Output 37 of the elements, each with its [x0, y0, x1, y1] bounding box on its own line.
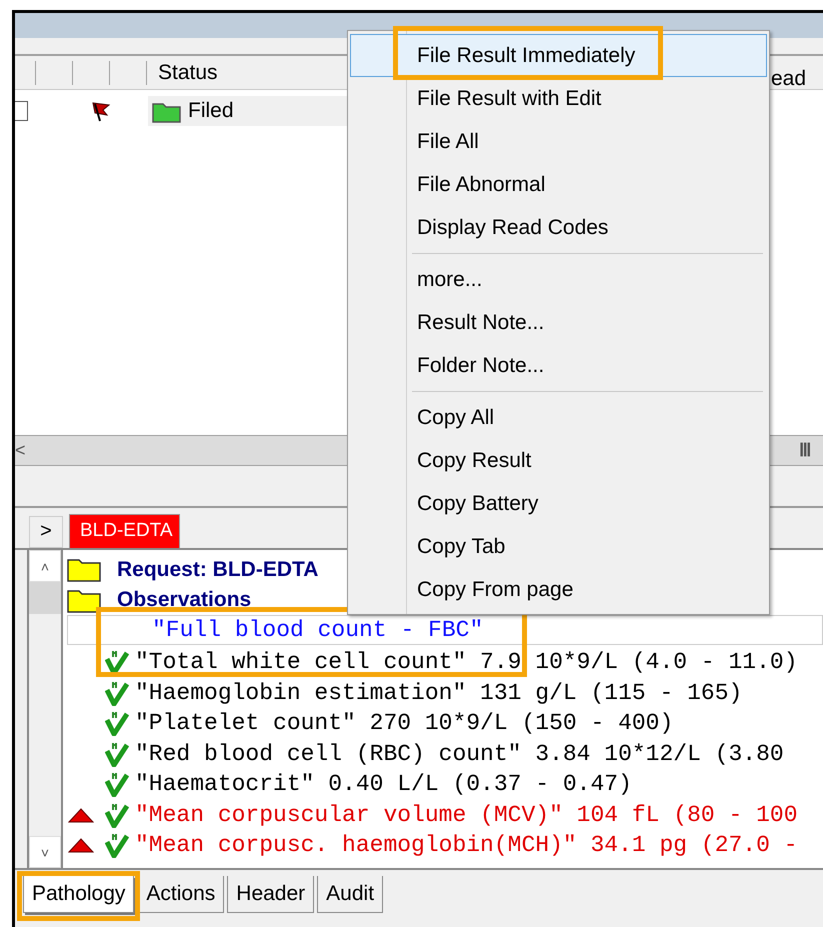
menu-item[interactable]: Copy From page: [350, 568, 767, 611]
scroll-grip-icon[interactable]: Ⅲ: [799, 437, 811, 464]
folder-label[interactable]: Request: BLD-EDTA: [117, 554, 318, 585]
scroll-thumb[interactable]: [29, 582, 61, 614]
check-flask-icon: [105, 710, 129, 736]
check-flask-icon: [105, 680, 129, 706]
status-text: Filed: [188, 98, 234, 124]
next-button[interactable]: >: [29, 516, 63, 548]
checkbox[interactable]: [15, 101, 28, 121]
menu-item[interactable]: more...: [350, 258, 767, 301]
scroll-up-button[interactable]: ˄: [29, 550, 61, 582]
check-flask-icon: [105, 802, 129, 828]
menu-item[interactable]: File All: [350, 120, 767, 163]
folder-label[interactable]: Observations: [117, 584, 252, 616]
menu-item[interactable]: File Result with Edit: [350, 77, 767, 120]
scroll-left-button[interactable]: <: [15, 437, 26, 464]
battery-label[interactable]: "Full blood count - FBC": [152, 612, 484, 648]
menu-item[interactable]: Folder Note...: [350, 344, 767, 387]
tab[interactable]: Audit: [317, 876, 384, 912]
scroll-down-button[interactable]: ˅: [29, 836, 61, 868]
check-flask-icon: [105, 832, 129, 858]
check-flask-icon: [105, 771, 129, 798]
menu-item[interactable]: Result Note...: [350, 301, 767, 344]
tab[interactable]: BLD-EDTA: [69, 514, 180, 548]
column-header[interactable]: ead: [771, 63, 806, 94]
menu-item[interactable]: Copy Result: [350, 439, 767, 482]
column-header[interactable]: Status: [158, 56, 218, 88]
check-flask-icon: [105, 740, 129, 767]
menu-item[interactable]: File Abnormal: [350, 163, 767, 206]
menu-item[interactable]: Copy Battery: [350, 482, 767, 525]
tab[interactable]: Pathology: [23, 876, 134, 912]
tab[interactable]: Actions: [137, 876, 224, 912]
menu-item[interactable]: Copy Tab: [350, 525, 767, 568]
menu-item[interactable]: Display Read Codes: [350, 206, 767, 249]
menu-item[interactable]: File Result Immediately: [350, 34, 767, 77]
tab[interactable]: Header: [227, 876, 314, 912]
menu-item[interactable]: Copy All: [350, 396, 767, 439]
